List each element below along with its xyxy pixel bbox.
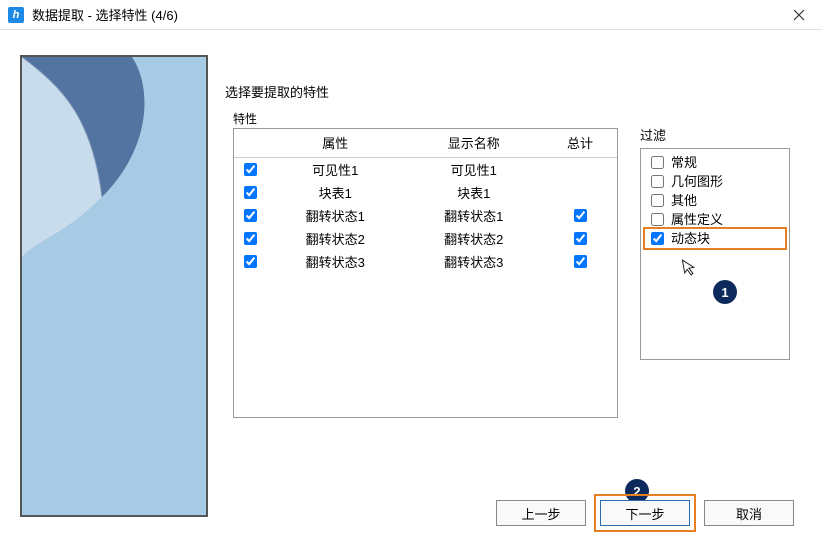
filter-item-label: 常规 bbox=[671, 154, 697, 172]
wizard-preview bbox=[20, 55, 208, 517]
prev-button[interactable]: 上一步 bbox=[496, 500, 586, 526]
cancel-button[interactable]: 取消 bbox=[704, 500, 794, 526]
filter-item-label: 其他 bbox=[671, 192, 697, 210]
button-bar: 上一步 下一步 取消 bbox=[496, 500, 794, 526]
attr-cell: 可见性1 bbox=[266, 157, 405, 181]
total-cell bbox=[543, 157, 617, 181]
filter-item-label: 几何图形 bbox=[671, 173, 723, 191]
filter-checkbox[interactable] bbox=[651, 213, 664, 226]
properties-group-label: 特性 bbox=[233, 110, 257, 127]
filter-checkbox[interactable] bbox=[651, 194, 664, 207]
total-checkbox[interactable] bbox=[574, 255, 587, 268]
row-select-checkbox[interactable] bbox=[244, 255, 257, 268]
row-select-checkbox[interactable] bbox=[244, 232, 257, 245]
instruction-label: 选择要提取的特性 bbox=[225, 82, 329, 101]
table-row[interactable]: 翻转状态1翻转状态1 bbox=[234, 204, 617, 227]
total-checkbox[interactable] bbox=[574, 209, 587, 222]
filter-group: 过滤 常规几何图形其他属性定义动态块 bbox=[640, 125, 790, 360]
column-header-checkbox bbox=[234, 129, 266, 157]
display-cell: 块表1 bbox=[405, 181, 544, 204]
filter-checkbox[interactable] bbox=[651, 232, 664, 245]
attr-cell: 翻转状态1 bbox=[266, 204, 405, 227]
titlebar: h 数据提取 - 选择特性 (4/6) bbox=[0, 0, 822, 30]
filter-item[interactable]: 动态块 bbox=[643, 227, 787, 250]
page-curl-illustration bbox=[22, 57, 206, 515]
filter-item-label: 动态块 bbox=[671, 230, 710, 248]
row-select-checkbox[interactable] bbox=[244, 186, 257, 199]
total-checkbox[interactable] bbox=[574, 232, 587, 245]
table-row[interactable]: 可见性1可见性1 bbox=[234, 157, 617, 181]
total-cell bbox=[543, 204, 617, 227]
app-icon: h bbox=[8, 7, 24, 23]
display-cell: 翻转状态3 bbox=[405, 250, 544, 273]
attr-cell: 块表1 bbox=[266, 181, 405, 204]
filter-item-label: 属性定义 bbox=[671, 211, 723, 229]
display-cell: 可见性1 bbox=[405, 157, 544, 181]
filter-label: 过滤 bbox=[640, 125, 790, 144]
filter-checkbox[interactable] bbox=[651, 156, 664, 169]
column-header-attr[interactable]: 属性 bbox=[266, 129, 405, 157]
row-select-checkbox[interactable] bbox=[244, 209, 257, 222]
properties-table[interactable]: 属性 显示名称 总计 可见性1可见性1块表1块表1翻转状态1翻转状态1翻转状态2… bbox=[233, 128, 618, 418]
column-header-total[interactable]: 总计 bbox=[543, 129, 617, 157]
table-row[interactable]: 翻转状态2翻转状态2 bbox=[234, 227, 617, 250]
filter-list[interactable]: 常规几何图形其他属性定义动态块 bbox=[640, 148, 790, 360]
close-icon bbox=[793, 9, 805, 21]
filter-item[interactable]: 其他 bbox=[645, 191, 785, 210]
filter-item[interactable]: 几何图形 bbox=[645, 172, 785, 191]
next-button[interactable]: 下一步 bbox=[600, 500, 690, 526]
display-cell: 翻转状态2 bbox=[405, 227, 544, 250]
table-row[interactable]: 块表1块表1 bbox=[234, 181, 617, 204]
filter-checkbox[interactable] bbox=[651, 175, 664, 188]
display-cell: 翻转状态1 bbox=[405, 204, 544, 227]
row-select-checkbox[interactable] bbox=[244, 163, 257, 176]
dialog-content: 选择要提取的特性 特性 属性 显示名称 总计 可见性1可见性1块表1块表1翻转状… bbox=[0, 30, 822, 536]
total-cell bbox=[543, 250, 617, 273]
attr-cell: 翻转状态3 bbox=[266, 250, 405, 273]
column-header-display[interactable]: 显示名称 bbox=[405, 129, 544, 157]
close-button[interactable] bbox=[784, 0, 814, 30]
total-cell bbox=[543, 227, 617, 250]
attr-cell: 翻转状态2 bbox=[266, 227, 405, 250]
window-title: 数据提取 - 选择特性 (4/6) bbox=[32, 5, 784, 24]
table-row[interactable]: 翻转状态3翻转状态3 bbox=[234, 250, 617, 273]
total-cell bbox=[543, 181, 617, 204]
filter-item[interactable]: 常规 bbox=[645, 153, 785, 172]
